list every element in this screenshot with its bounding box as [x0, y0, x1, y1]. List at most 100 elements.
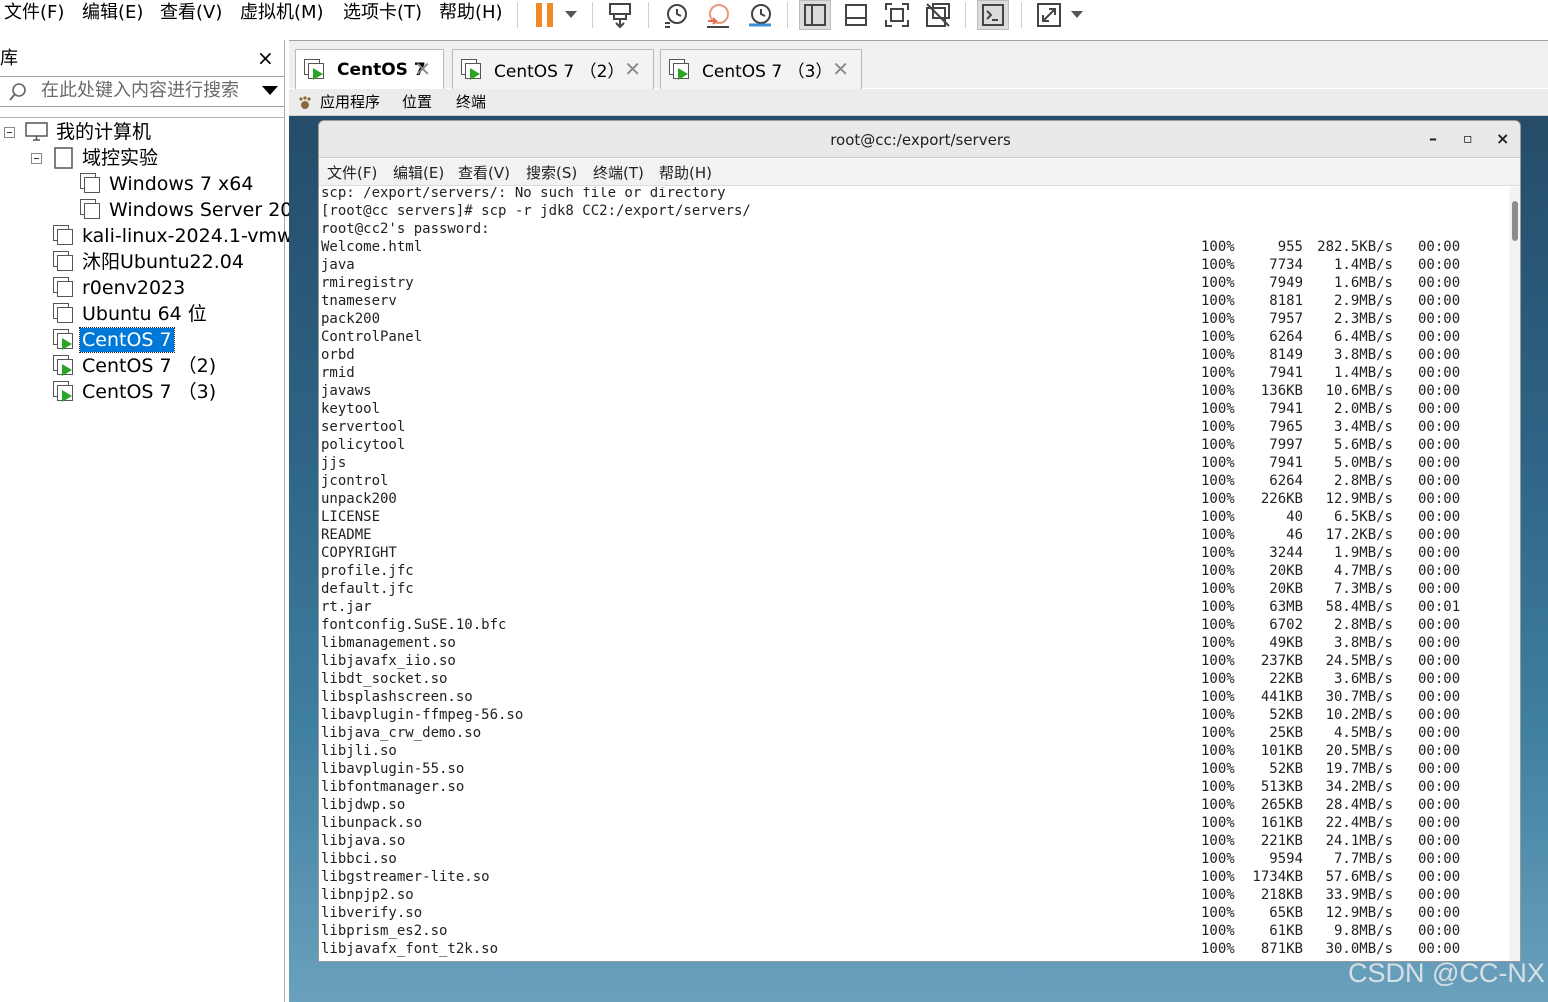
file-speed: 10.2MB/s — [1325, 707, 1393, 723]
file-name: LICENSE — [321, 509, 381, 525]
file-size: 20KB — [1269, 581, 1303, 597]
file-size: 9594 — [1269, 851, 1303, 867]
tree-item-my-computer[interactable]: 我的计算机 — [25, 120, 153, 144]
file-percent: 100% — [1201, 617, 1235, 633]
tree-item-folder[interactable]: 域控实验 — [53, 146, 160, 170]
tree-item-vm[interactable]: r0env2023 — [53, 276, 187, 300]
tree-label: CentOS 7 （2) — [82, 355, 217, 377]
file-size: 3244 — [1269, 545, 1303, 561]
file-name: libjavafx_iio.so — [321, 653, 456, 669]
tree-item-vm[interactable]: Windows 7 x64 — [80, 172, 255, 196]
send-ctrl-alt-del-button[interactable] — [604, 0, 636, 30]
close-button[interactable]: × — [1496, 129, 1509, 149]
toolbar-separator — [787, 2, 788, 28]
file-size: 65KB — [1269, 905, 1303, 921]
file-transfer-row: libnpjp2.so 100% 218KB 33.9MB/s 00:00 — [321, 886, 1509, 904]
stretch-dropdown-button[interactable] — [1068, 0, 1086, 30]
terminal-scrollbar[interactable] — [1509, 187, 1520, 961]
tab-close-icon[interactable]: ✕ — [624, 57, 641, 81]
terminal-scrollbar-thumb[interactable] — [1512, 201, 1518, 241]
file-size: 221KB — [1260, 833, 1303, 849]
minimize-button[interactable]: – — [1429, 129, 1437, 149]
tree-item-vm-running[interactable]: CentOS 7 （3) — [53, 380, 218, 404]
menu-help[interactable]: 帮助(H) — [439, 1, 503, 25]
terminal-menu-edit[interactable]: 编辑(E) — [393, 163, 444, 183]
full-screen-button[interactable] — [881, 0, 913, 30]
file-transfer-row: libmanagement.so 100% 49KB 3.8MB/s 00:00 — [321, 634, 1509, 652]
gnome-places-menu[interactable]: 位置 — [402, 92, 432, 112]
terminal-menu-help[interactable]: 帮助(H) — [659, 163, 712, 183]
unity-button[interactable] — [922, 0, 954, 30]
file-time: 00:00 — [1418, 455, 1461, 471]
take-snapshot-button[interactable] — [660, 0, 692, 30]
tree-label: r0env2023 — [82, 277, 186, 299]
console-view-button[interactable] — [977, 0, 1009, 30]
file-time: 00:00 — [1418, 473, 1461, 489]
thumbnail-bar-button[interactable] — [840, 0, 872, 30]
file-name: rmiregistry — [321, 275, 414, 291]
terminal-menu-terminal[interactable]: 终端(T) — [593, 163, 644, 183]
file-name: libnpjp2.so — [321, 887, 414, 903]
terminal-output[interactable]: scp: /export/servers/: No such file or d… — [319, 187, 1509, 961]
file-time: 00:00 — [1418, 743, 1461, 759]
file-percent: 100% — [1201, 545, 1235, 561]
tab-close-icon[interactable]: ✕ — [832, 57, 849, 81]
menu-view[interactable]: 查看(V) — [160, 1, 222, 25]
tab-centos-7-2[interactable]: CentOS 7 （2） ✕ — [452, 49, 654, 89]
menu-file[interactable]: 文件(F) — [4, 1, 64, 25]
file-name: libjava.so — [321, 833, 406, 849]
revert-snapshot-button[interactable] — [702, 0, 734, 30]
console-view-icon — [982, 4, 1004, 26]
file-time: 00:00 — [1418, 923, 1461, 939]
menu-edit[interactable]: 编辑(E) — [82, 1, 143, 25]
file-size: 513KB — [1260, 779, 1303, 795]
library-close-button[interactable]: × — [257, 47, 274, 69]
tree-item-vm[interactable]: 沐阳Ubuntu22.04 — [53, 250, 246, 274]
terminal-menu-search[interactable]: 搜索(S) — [526, 163, 577, 183]
file-size: 226KB — [1260, 491, 1303, 507]
tree-collapse-toggle[interactable] — [31, 153, 42, 164]
file-speed: 3.8MB/s — [1333, 635, 1393, 651]
file-transfer-row: libsplashscreen.so 100% 441KB 30.7MB/s 00:00 — [321, 688, 1509, 706]
menu-vm[interactable]: 虚拟机(M) — [240, 1, 324, 25]
stretch-button[interactable] — [1033, 0, 1065, 30]
file-percent: 100% — [1201, 833, 1235, 849]
file-speed: 12.9MB/s — [1325, 491, 1393, 507]
pause-button[interactable] — [530, 0, 560, 30]
tree-item-vm[interactable]: Ubuntu 64 位 — [53, 302, 209, 326]
tab-centos-7[interactable]: CentOS 7 ✕ — [295, 49, 444, 90]
file-name: libgstreamer-lite.so — [321, 869, 490, 885]
file-size: 40 — [1286, 509, 1303, 525]
gnome-applications-menu[interactable]: 应用程序 — [320, 92, 380, 112]
terminal-menu-view[interactable]: 查看(V) — [458, 163, 510, 183]
search-dropdown-arrow-icon[interactable] — [262, 86, 278, 95]
full-screen-icon — [885, 3, 909, 27]
toolbar-separator — [648, 2, 649, 28]
snapshot-manager-button[interactable] — [744, 0, 776, 30]
terminal-menu-file[interactable]: 文件(F) — [327, 163, 377, 183]
file-transfer-row: libgstreamer-lite.so 100% 1734KB 57.6MB/s 00… — [321, 868, 1509, 886]
maximize-button[interactable]: ▫ — [1463, 129, 1473, 149]
tab-centos-7-3[interactable]: CentOS 7 （3） ✕ — [660, 49, 862, 89]
tree-item-vm-running[interactable]: CentOS 7 （2) — [53, 354, 218, 378]
power-dropdown-button[interactable] — [562, 0, 580, 30]
show-library-button[interactable] — [799, 0, 831, 30]
tree-item-vm[interactable]: Windows Server 201 — [80, 198, 306, 222]
tree-item-vm[interactable]: kali-linux-2024.1-vmwa — [53, 224, 306, 248]
gnome-terminal-menu[interactable]: 终端 — [456, 92, 486, 112]
dropdown-arrow-icon — [1071, 11, 1083, 18]
file-name: rt.jar — [321, 599, 372, 615]
tab-close-icon[interactable]: ✕ — [414, 57, 431, 81]
gnome-foot-icon — [299, 96, 311, 109]
vm-icon — [53, 225, 75, 247]
file-name: libprism_es2.so — [321, 923, 448, 939]
file-percent: 100% — [1201, 311, 1235, 327]
tree-collapse-toggle[interactable] — [4, 127, 15, 138]
tree-item-vm-running-selected[interactable]: CentOS 7 — [53, 327, 175, 353]
file-transfer-row: libjli.so 100% 101KB 20.5MB/s 00:00 — [321, 742, 1509, 760]
file-size: 8149 — [1269, 347, 1303, 363]
menu-tabs[interactable]: 选项卡(T) — [343, 1, 422, 25]
vm-running-icon — [53, 329, 75, 351]
file-percent: 100% — [1201, 635, 1235, 651]
file-transfer-row: fontconfig.SuSE.10.bfc 100% 6702 2.8MB/s 00:… — [321, 616, 1509, 634]
